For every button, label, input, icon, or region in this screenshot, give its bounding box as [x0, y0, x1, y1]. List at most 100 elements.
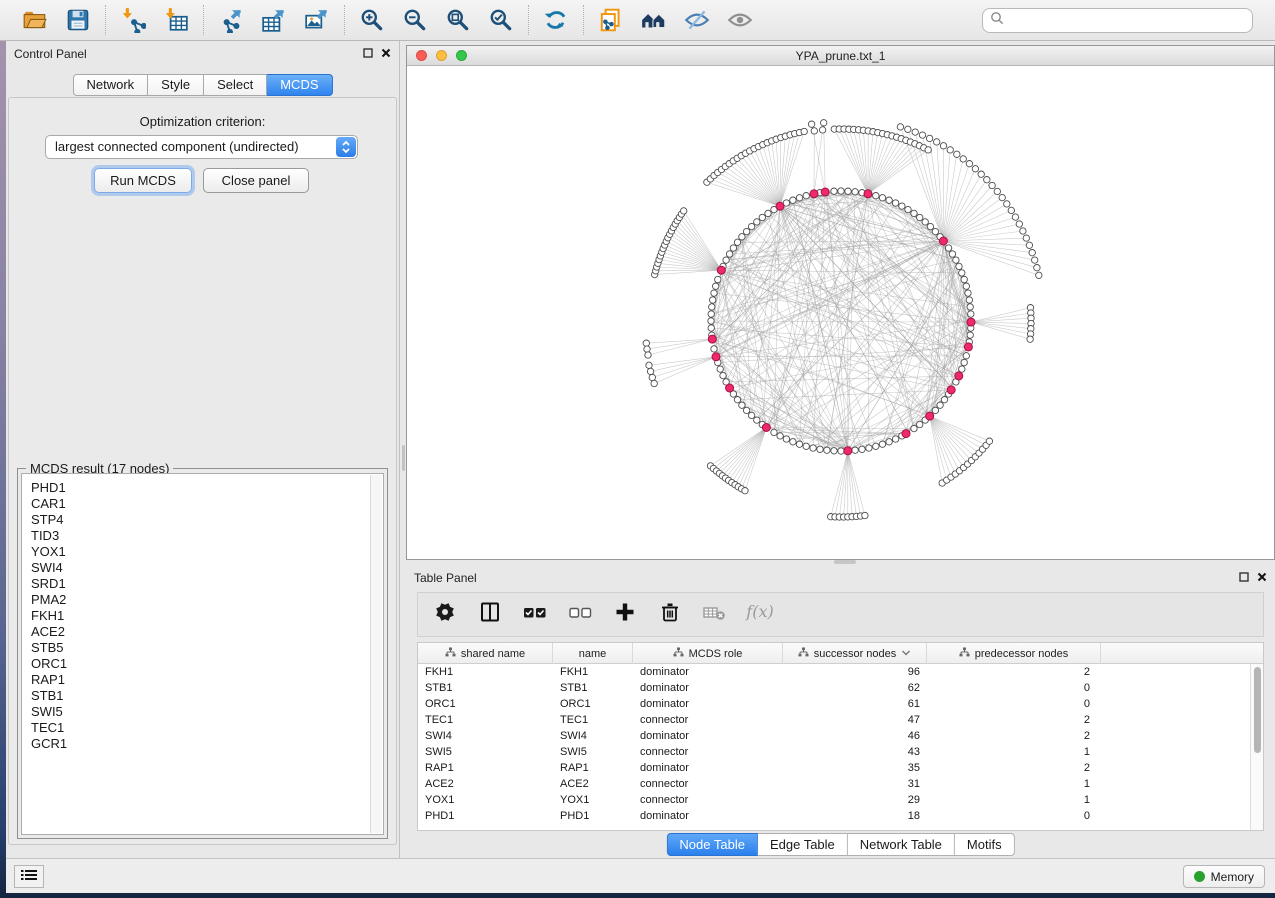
tab-motifs[interactable]: Motifs	[955, 833, 1015, 856]
network-node[interactable]	[945, 245, 951, 251]
deselect-all-button[interactable]	[565, 600, 595, 630]
table-row[interactable]: ORC1ORC1dominator610	[418, 696, 1250, 712]
column-header-successor-nodes[interactable]: successor nodes	[783, 643, 927, 664]
mcds-hub-node[interactable]	[810, 190, 818, 198]
satellite-node[interactable]	[742, 488, 748, 494]
satellite-node[interactable]	[966, 161, 972, 167]
satellite-node[interactable]	[905, 126, 911, 132]
satellite-node[interactable]	[1027, 336, 1033, 342]
table-row[interactable]: RAP1RAP1dominator352	[418, 760, 1250, 776]
network-node[interactable]	[911, 210, 917, 216]
network-node[interactable]	[796, 441, 802, 447]
satellite-node[interactable]	[647, 368, 653, 374]
satellite-node[interactable]	[978, 171, 984, 177]
satellite-node[interactable]	[862, 512, 868, 518]
network-node[interactable]	[965, 290, 971, 296]
tab-style[interactable]: Style	[148, 74, 204, 96]
network-node[interactable]	[817, 446, 823, 452]
network-node[interactable]	[963, 283, 969, 289]
tab-network-table[interactable]: Network Table	[848, 833, 955, 856]
satellite-node[interactable]	[649, 374, 655, 380]
mcds-result-item[interactable]: STB1	[31, 688, 383, 704]
column-header-MCDS-role[interactable]: MCDS role	[633, 643, 783, 664]
satellite-node[interactable]	[934, 139, 940, 145]
export-image-button[interactable]	[303, 6, 331, 34]
tab-node-table[interactable]: Node Table	[666, 833, 758, 856]
mcds-hub-node[interactable]	[776, 202, 784, 210]
table-row[interactable]: STB1STB1dominator620	[418, 680, 1250, 696]
mcds-hub-node[interactable]	[926, 412, 934, 420]
satellite-node[interactable]	[912, 129, 918, 135]
table-row[interactable]: SWI4SWI4dominator462	[418, 728, 1250, 744]
network-node[interactable]	[879, 195, 885, 201]
satellite-node[interactable]	[1008, 207, 1014, 213]
satellite-node[interactable]	[645, 352, 651, 358]
network-node[interactable]	[967, 304, 973, 310]
network-node[interactable]	[937, 402, 943, 408]
mcds-result-item[interactable]: ACE2	[31, 624, 383, 640]
satellite-node[interactable]	[819, 127, 825, 133]
table-scrollbar-thumb[interactable]	[1254, 667, 1261, 753]
network-node[interactable]	[968, 311, 974, 317]
satellite-node[interactable]	[808, 121, 814, 127]
satellite-node[interactable]	[954, 151, 960, 157]
network-node[interactable]	[739, 402, 745, 408]
network-node[interactable]	[949, 251, 955, 257]
memory-button[interactable]: Memory	[1183, 865, 1265, 888]
table-row[interactable]: ACE2ACE2connector311	[418, 776, 1250, 792]
table-row[interactable]: SWI5SWI5connector431	[418, 744, 1250, 760]
mcds-result-item[interactable]: ORC1	[31, 656, 383, 672]
satellite-node[interactable]	[1012, 214, 1018, 220]
mcds-result-item[interactable]: TEC1	[31, 720, 383, 736]
open-file-button[interactable]	[21, 6, 49, 34]
network-node[interactable]	[713, 283, 719, 289]
toggle-columns-button[interactable]	[475, 600, 505, 630]
network-node[interactable]	[730, 245, 736, 251]
network-node[interactable]	[967, 332, 973, 338]
network-node[interactable]	[734, 239, 740, 245]
network-node[interactable]	[708, 325, 714, 331]
import-table-button[interactable]	[162, 6, 190, 34]
satellite-node[interactable]	[801, 128, 807, 134]
network-node[interactable]	[941, 397, 947, 403]
network-node[interactable]	[953, 257, 959, 263]
mcds-result-item[interactable]: SWI5	[31, 704, 383, 720]
search-field[interactable]	[982, 8, 1253, 33]
zoom-out-button[interactable]	[401, 6, 429, 34]
satellite-node[interactable]	[811, 128, 817, 134]
network-node[interactable]	[743, 228, 749, 234]
tab-mcds[interactable]: MCDS	[267, 74, 332, 96]
column-header-name[interactable]: name	[553, 643, 633, 664]
mcds-result-item[interactable]: YOX1	[31, 544, 383, 560]
mcds-result-item[interactable]: TID3	[31, 528, 383, 544]
network-node[interactable]	[922, 219, 928, 225]
horizontal-splitter-handle[interactable]	[834, 560, 856, 564]
mcds-hub-node[interactable]	[939, 237, 947, 245]
network-node[interactable]	[748, 412, 754, 418]
network-node[interactable]	[852, 189, 858, 195]
network-node[interactable]	[790, 197, 796, 203]
network-canvas[interactable]	[407, 66, 1274, 559]
satellite-node[interactable]	[984, 177, 990, 183]
mcds-result-item[interactable]: CAR1	[31, 496, 383, 512]
network-node[interactable]	[796, 195, 802, 201]
network-node[interactable]	[715, 276, 721, 282]
satellite-node[interactable]	[926, 135, 932, 141]
mcds-hub-node[interactable]	[947, 386, 955, 394]
satellite-node[interactable]	[947, 147, 953, 153]
mcds-hub-node[interactable]	[964, 343, 972, 351]
mcds-hub-node[interactable]	[821, 188, 829, 196]
tab-network[interactable]: Network	[72, 74, 148, 96]
network-node[interactable]	[963, 353, 969, 359]
show-all-button[interactable]	[726, 6, 754, 34]
network-node[interactable]	[892, 200, 898, 206]
satellite-node[interactable]	[651, 380, 657, 386]
satellite-node[interactable]	[994, 188, 1000, 194]
network-node[interactable]	[859, 446, 865, 452]
network-node[interactable]	[734, 397, 740, 403]
satellite-node[interactable]	[960, 156, 966, 162]
float-panel-icon[interactable]	[1239, 572, 1249, 582]
tab-select[interactable]: Select	[204, 74, 267, 96]
save-session-button[interactable]	[64, 6, 92, 34]
mcds-result-item[interactable]: GCR1	[31, 736, 383, 752]
